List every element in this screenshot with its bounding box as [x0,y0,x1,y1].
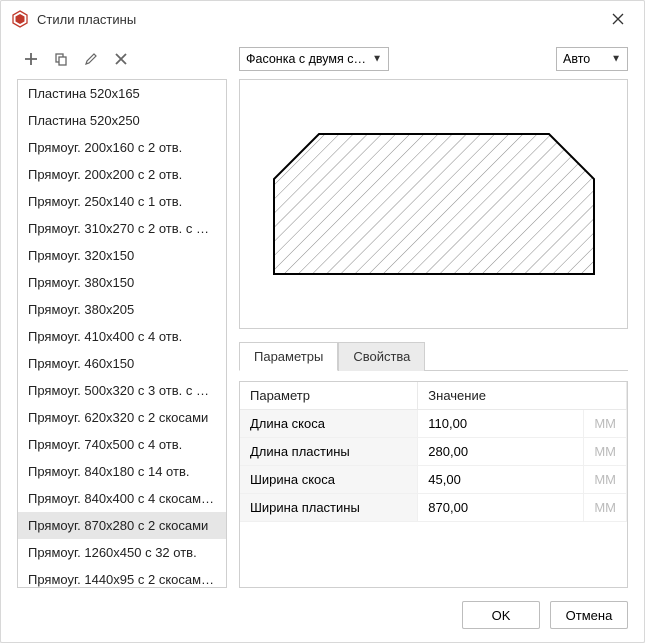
style-list[interactable]: Пластина 520x165Пластина 520x250Прямоуг.… [17,79,227,588]
table-row: Ширина скоса45,00ММ [240,466,627,494]
list-item[interactable]: Прямоуг. 840x400 с 4 скосами и 2 отв. [18,485,226,512]
preview-pane [239,79,628,329]
x-icon [114,52,128,66]
param-name: Ширина скоса [240,466,418,494]
titlebar: Стили пластины [1,1,644,37]
plus-icon [24,52,38,66]
window-title: Стили пластины [37,12,136,27]
dialog-window: Стили пластины Пластина 5 [0,0,645,643]
delete-button[interactable] [111,49,131,69]
list-item[interactable]: Прямоуг. 250x140 с 1 отв. [18,188,226,215]
table-row: Длина пластины280,00ММ [240,438,627,466]
param-name: Ширина пластины [240,494,418,522]
list-item[interactable]: Прямоуг. 310x270 с 2 отв. с 1 скосом [18,215,226,242]
param-value[interactable]: 280,00 [418,438,584,466]
app-logo-icon [11,10,29,28]
list-item[interactable]: Прямоуг. 380x205 [18,296,226,323]
table-row: Ширина пластины870,00ММ [240,494,627,522]
col-header-value: Значение [418,382,627,410]
list-item[interactable]: Пластина 520x250 [18,107,226,134]
copy-button[interactable] [51,49,71,69]
param-unit: ММ [584,438,627,466]
list-item[interactable]: Прямоуг. 320x150 [18,242,226,269]
list-item[interactable]: Прямоуг. 620x320 с 2 скосами [18,404,226,431]
plate-preview-icon [264,124,604,284]
param-name: Длина скоса [240,410,418,438]
close-button[interactable] [598,5,638,33]
chevron-down-icon: ▼ [372,54,382,65]
dialog-footer: OK Отмена [1,588,644,642]
param-value[interactable]: 45,00 [418,466,584,494]
param-value[interactable]: 110,00 [418,410,584,438]
list-toolbar [17,45,227,73]
style-type-select[interactable]: Фасонка с двумя скосами ▼ [239,47,389,71]
col-header-name: Параметр [240,382,418,410]
list-item[interactable]: Прямоуг. 410x400 с 4 отв. [18,323,226,350]
parameters-table: Параметр Значение Длина скоса110,00ММДли… [240,382,627,522]
copy-icon [54,52,68,66]
param-unit: ММ [584,410,627,438]
list-item[interactable]: Прямоуг. 200x160 с 2 отв. [18,134,226,161]
style-type-value: Фасонка с двумя скосами [246,52,366,66]
tab-properties[interactable]: Свойства [338,342,425,371]
param-unit: ММ [584,466,627,494]
list-item[interactable]: Прямоуг. 870x280 с 2 скосами [18,512,226,539]
list-item[interactable]: Прямоуг. 460x150 [18,350,226,377]
list-item[interactable]: Прямоуг. 840x180 с 14 отв. [18,458,226,485]
auto-select[interactable]: Авто ▼ [556,47,628,71]
tab-parameters[interactable]: Параметры [239,342,338,371]
list-item[interactable]: Прямоуг. 740x500 с 4 отв. [18,431,226,458]
list-item[interactable]: Прямоуг. 380x150 [18,269,226,296]
param-name: Длина пластины [240,438,418,466]
parameters-panel: Параметр Значение Длина скоса110,00ММДли… [239,381,628,588]
table-row: Длина скоса110,00ММ [240,410,627,438]
list-item[interactable]: Прямоуг. 500x320 с 3 отв. с 2 скосами [18,377,226,404]
list-item[interactable]: Прямоуг. 1440x95 с 2 скосами одн. [18,566,226,588]
list-item[interactable]: Прямоуг. 1260x450 с 32 отв. [18,539,226,566]
chevron-down-icon: ▼ [611,54,621,65]
param-value[interactable]: 870,00 [418,494,584,522]
list-item[interactable]: Пластина 520x165 [18,80,226,107]
add-button[interactable] [21,49,41,69]
auto-value: Авто [563,52,590,66]
cancel-button[interactable]: Отмена [550,601,628,629]
close-icon [612,13,624,25]
edit-button[interactable] [81,49,101,69]
ok-button[interactable]: OK [462,601,540,629]
list-item[interactable]: Прямоуг. 200x200 с 2 отв. [18,161,226,188]
param-unit: ММ [584,494,627,522]
tab-bar: Параметры Свойства [239,341,628,371]
pencil-icon [84,52,98,66]
